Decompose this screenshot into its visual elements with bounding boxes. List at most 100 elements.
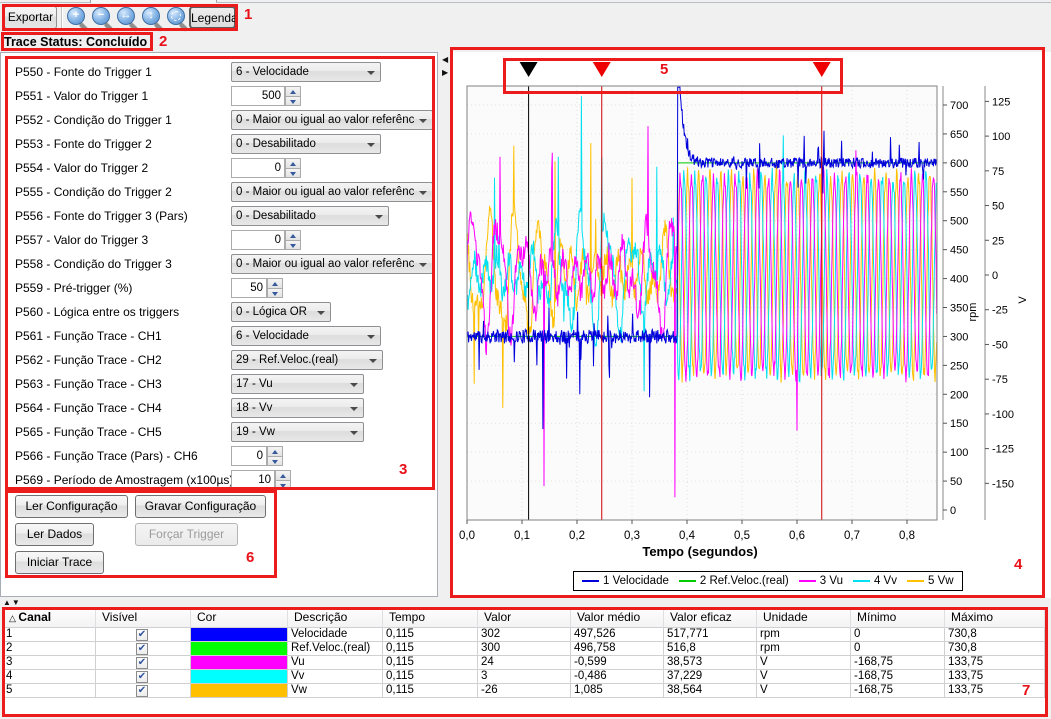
collapse-left-icon[interactable]: ◀: [442, 55, 448, 65]
param-P564-select[interactable]: 18 - Vv: [231, 398, 364, 418]
visible-checkbox[interactable]: ✔: [136, 629, 148, 641]
table-cell: 3: [478, 670, 571, 684]
column-header-valor-eficaz[interactable]: Valor eficaz: [664, 608, 757, 628]
chevron-down-icon: [419, 119, 427, 123]
param-label-P565: P565 - Função Trace - CH5: [15, 421, 162, 443]
table-cell[interactable]: ✔: [96, 628, 191, 642]
table-cell: 300: [478, 642, 571, 656]
spin-down-icon[interactable]: [285, 96, 301, 106]
spin-up-icon[interactable]: [285, 230, 301, 240]
visible-checkbox[interactable]: ✔: [136, 643, 148, 655]
svg-text:125: 125: [992, 96, 1010, 108]
chevron-down-icon: [367, 71, 375, 75]
column-header-visível[interactable]: Visível: [96, 608, 191, 628]
spin-up-icon[interactable]: [267, 278, 283, 288]
table-cell: 0,115: [383, 656, 478, 670]
column-header-máximo[interactable]: Máximo: [945, 608, 1045, 628]
param-label-P559: P559 - Pré-trigger (%): [15, 277, 132, 299]
table-cell: V: [757, 656, 851, 670]
svg-text:200: 200: [950, 389, 968, 401]
annotation-number-2: 2: [159, 33, 167, 50]
table-cell[interactable]: ✔: [96, 656, 191, 670]
param-P555-select[interactable]: 0 - Maior ou igual ao valor referência: [231, 182, 433, 202]
trace-status-label: Trace Status:: [4, 35, 83, 49]
visible-checkbox[interactable]: ✔: [136, 685, 148, 697]
column-header-unidade[interactable]: Unidade: [757, 608, 851, 628]
horizontal-splitter[interactable]: ▲▼: [0, 598, 1051, 607]
svg-text:100: 100: [992, 131, 1010, 143]
read-data-button[interactable]: Ler Dados: [15, 523, 94, 546]
spin-down-icon[interactable]: [285, 240, 301, 250]
zoom-horizontal-icon[interactable]: ↔: [116, 6, 140, 30]
param-P550-select[interactable]: 6 - Velocidade: [231, 62, 381, 82]
zoom-out-icon[interactable]: −: [91, 6, 115, 30]
param-P556-select[interactable]: 0 - Desabilitado: [231, 206, 389, 226]
vertical-splitter[interactable]: ◀ ▶: [438, 52, 452, 597]
spin-up-icon[interactable]: [285, 158, 301, 168]
param-row-P560: P560 - Lógica entre os triggers0 - Lógic…: [1, 301, 439, 323]
table-cell: 37,229: [664, 670, 757, 684]
param-P560-select[interactable]: 0 - Lógica OR: [231, 302, 331, 322]
column-header-mínimo[interactable]: Mínimo: [851, 608, 945, 628]
sort-ascending-icon: △: [9, 613, 18, 623]
table-cell[interactable]: ✔: [96, 684, 191, 698]
table-cell: Ref.Veloc.(real): [288, 642, 383, 656]
param-P561-select[interactable]: 6 - Velocidade: [231, 326, 381, 346]
svg-text:650: 650: [950, 129, 968, 141]
spin-up-icon[interactable]: [285, 86, 301, 96]
chevron-down-icon: [350, 431, 358, 435]
annotation-number-6: 6: [246, 549, 254, 566]
column-header-canal[interactable]: △ Canal: [3, 608, 96, 628]
param-label-P563: P563 - Função Trace - CH3: [15, 373, 162, 395]
visible-checkbox[interactable]: ✔: [136, 657, 148, 669]
table-cell[interactable]: ✔: [96, 670, 191, 684]
param-row-P554: P554 - Valor do Trigger 20: [1, 157, 439, 179]
trigger-cursor-1-marker[interactable]: [593, 62, 611, 77]
spin-down-icon[interactable]: [267, 456, 283, 466]
svg-text:rpm: rpm: [967, 303, 979, 322]
spin-down-icon[interactable]: [267, 288, 283, 298]
legend-toggle-button[interactable]: Legenda: [189, 6, 236, 29]
spin-down-icon[interactable]: [285, 168, 301, 178]
chevron-down-icon: [369, 359, 377, 363]
export-button[interactable]: Exportar: [4, 6, 57, 29]
data-cursor-marker[interactable]: [520, 62, 538, 77]
column-header-tempo[interactable]: Tempo: [383, 608, 478, 628]
svg-text:350: 350: [950, 303, 968, 315]
column-header-cor[interactable]: Cor: [191, 608, 288, 628]
param-P562-select[interactable]: 29 - Ref.Veloc.(real): [231, 350, 383, 370]
visible-checkbox[interactable]: ✔: [136, 671, 148, 683]
zoom-fit-icon[interactable]: [166, 6, 190, 30]
column-header-valor-médio[interactable]: Valor médio: [571, 608, 664, 628]
table-cell: 730,8: [945, 628, 1045, 642]
spin-down-icon[interactable]: [275, 480, 291, 490]
param-P552-select[interactable]: 0 - Maior ou igual ao valor referência: [231, 110, 433, 130]
zoom-vertical-icon[interactable]: ↕: [141, 6, 165, 30]
spin-up-icon[interactable]: [275, 470, 291, 480]
table-cell[interactable]: ✔: [96, 642, 191, 656]
svg-text:0,3: 0,3: [624, 530, 640, 542]
splitter-arrows-icon[interactable]: ▲▼: [3, 598, 21, 607]
start-trace-button[interactable]: Iniciar Trace: [15, 551, 104, 574]
write-config-button[interactable]: Gravar Configuração: [135, 495, 266, 518]
column-header-valor[interactable]: Valor: [478, 608, 571, 628]
spin-up-icon[interactable]: [267, 446, 283, 456]
param-label-P556: P556 - Fonte do Trigger 3 (Pars): [15, 205, 188, 227]
param-P558-select[interactable]: 0 - Maior ou igual ao valor referência: [231, 254, 433, 274]
legend-item: 5 Vw: [907, 575, 954, 587]
trigger-cursor-2-marker[interactable]: [813, 62, 831, 77]
chevron-down-icon: [367, 335, 375, 339]
param-P553-select[interactable]: 0 - Desabilitado: [231, 134, 381, 154]
param-label-P552: P552 - Condição do Trigger 1: [15, 109, 172, 131]
param-row-P561: P561 - Função Trace - CH16 - Velocidade: [1, 325, 439, 347]
column-header-descrição[interactable]: Descrição: [288, 608, 383, 628]
param-P563-select[interactable]: 17 - Vu: [231, 374, 364, 394]
read-config-button[interactable]: Ler Configuração: [15, 495, 128, 518]
zoom-in-icon[interactable]: +: [66, 6, 90, 30]
svg-text:-150: -150: [992, 478, 1014, 490]
param-P565-select[interactable]: 19 - Vw: [231, 422, 364, 442]
param-row-P562: P562 - Função Trace - CH229 - Ref.Veloc.…: [1, 349, 439, 371]
table-cell: 5: [3, 684, 96, 698]
collapse-right-icon[interactable]: ▶: [442, 68, 448, 78]
table-cell: 516,8: [664, 642, 757, 656]
